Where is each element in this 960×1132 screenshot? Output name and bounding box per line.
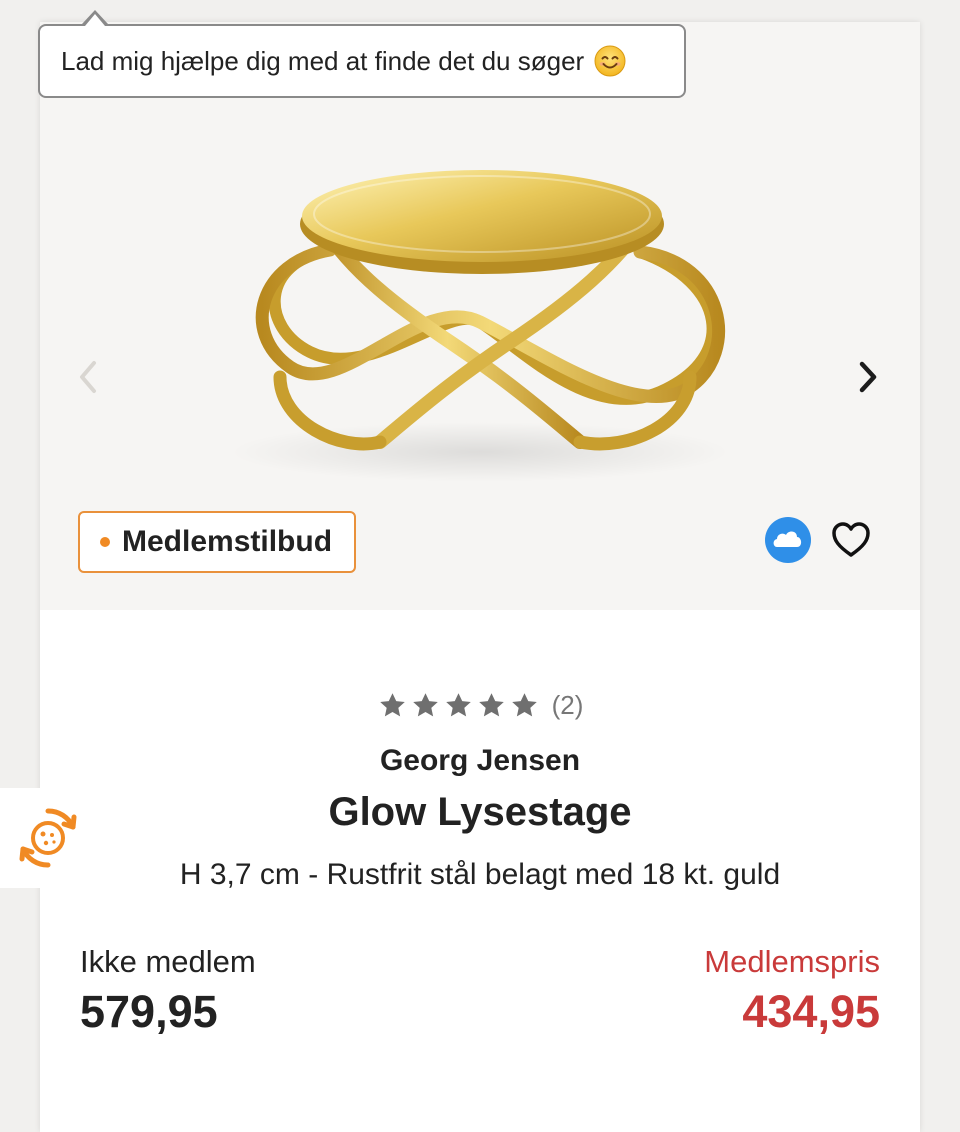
product-description: H 3,7 cm - Rustfrit stål belagt med 18 k… <box>179 858 781 891</box>
badge-dot <box>100 537 110 547</box>
cloud-button[interactable] <box>764 516 812 564</box>
member-price-block: Medlemspris 434,95 <box>704 944 880 1038</box>
product-rating[interactable]: (2) <box>40 690 920 721</box>
star-icon <box>412 693 438 717</box>
cookie-settings-icon <box>19 808 77 868</box>
tooltip-text: Lad mig hjælpe dig med at finde det du s… <box>61 45 585 76</box>
product-title: Glow Lysestage <box>328 790 632 834</box>
product-brand[interactable]: Georg Jensen <box>40 744 920 778</box>
carousel-prev-button[interactable] <box>68 357 108 397</box>
star-icon <box>379 693 405 717</box>
member-price-label: Medlemspris <box>704 944 880 979</box>
star-icon <box>445 693 471 717</box>
non-member-price: 579,95 <box>80 986 218 1037</box>
review-count: (2) <box>551 690 584 720</box>
carousel-next-button[interactable] <box>848 357 888 397</box>
star-icon <box>511 693 537 717</box>
member-price: 434,95 <box>742 986 880 1037</box>
gold-candle-holder-image <box>230 170 730 482</box>
cloud-icon <box>765 517 811 563</box>
chevron-left-icon <box>80 361 96 393</box>
tooltip-pointer-fill <box>85 13 105 26</box>
smiling-face-icon <box>594 45 626 77</box>
product-image-carousel[interactable]: Medlemstilbud <box>40 22 920 610</box>
badge-label: Medlemstilbud <box>122 525 333 558</box>
wishlist-button[interactable] <box>830 520 872 560</box>
chevron-right-icon <box>859 361 877 393</box>
heart-icon <box>832 522 870 557</box>
cookie-settings-button[interactable] <box>0 788 96 888</box>
rating-stars <box>377 690 540 721</box>
member-offer-badge: Medlemstilbud <box>78 511 357 573</box>
star-icon <box>478 693 504 717</box>
non-member-label: Ikke medlem <box>80 944 256 979</box>
product-card: Medlemstilbud (2) Georg Jensen Glow Lyse… <box>40 22 920 1132</box>
help-tooltip[interactable]: Lad mig hjælpe dig med at finde det du s… <box>38 24 686 98</box>
non-member-price-block: Ikke medlem 579,95 <box>80 944 256 1038</box>
